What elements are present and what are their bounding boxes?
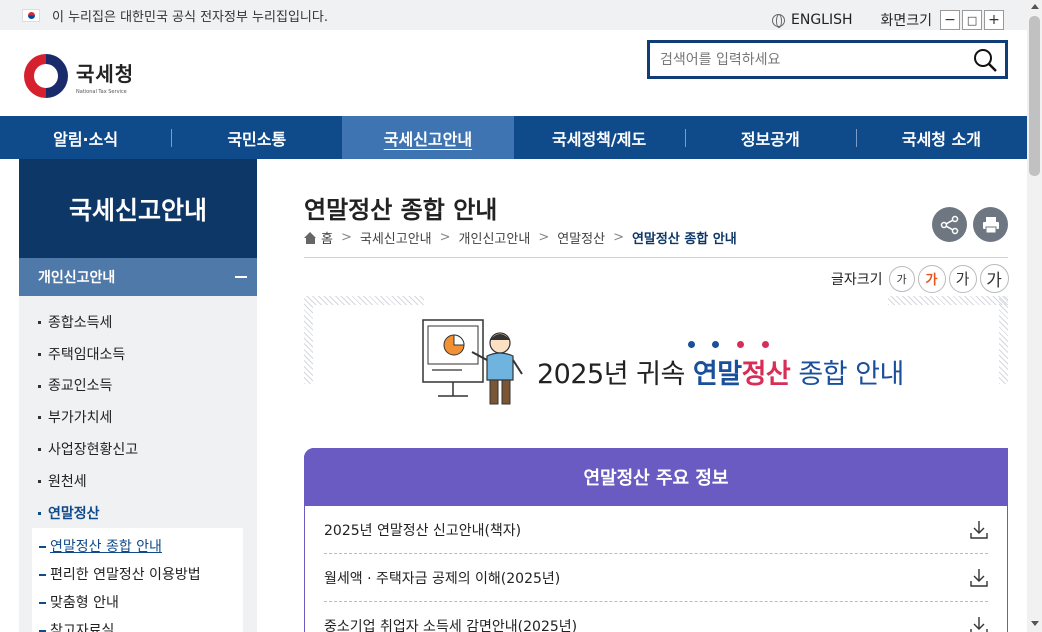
font-size-label: 글자크기: [831, 271, 883, 288]
font-size-xlarge-button[interactable]: 가: [979, 264, 1009, 293]
nav-about[interactable]: 국세청 소개: [855, 116, 1027, 159]
logo[interactable]: 국세청 National Tax Service: [24, 54, 134, 98]
download-row[interactable]: 2025년 연말정산 신고안내(책자): [324, 506, 988, 554]
sidebar-item-rental-income[interactable]: 주택임대소득: [32, 338, 252, 370]
emphasis-dot: [737, 341, 744, 348]
search-box: [647, 40, 1008, 79]
banner-hatch: [304, 296, 313, 384]
zoom-label: 화면크기: [880, 13, 933, 29]
english-link[interactable]: ENGLISH: [772, 12, 853, 28]
banner-word-2: 정산: [741, 359, 791, 390]
breadcrumb-current: 연말정산 종합 안내: [631, 232, 737, 247]
submenu-item-overview[interactable]: 연말정산 종합 안내: [32, 532, 243, 560]
search-input[interactable]: [660, 51, 960, 68]
sidebar-item-year-end[interactable]: 연말정산: [32, 497, 252, 529]
scroll-up-icon[interactable]: [1031, 4, 1039, 9]
breadcrumb-home[interactable]: 홈: [321, 228, 333, 247]
download-row[interactable]: 중소기업 취업자 소득세 감면안내(2025년): [324, 602, 988, 632]
font-size-control: 글자크기 가 가 가 가: [831, 264, 1009, 293]
search-icon[interactable]: [973, 48, 997, 72]
breadcrumb-item[interactable]: 국세신고안내: [360, 228, 432, 247]
zoom-out-button[interactable]: −: [940, 10, 961, 30]
sidebar-group-personal[interactable]: 개인신고안내: [19, 258, 257, 296]
emphasis-dot: [688, 341, 695, 348]
banner-word-1: 연말: [692, 359, 742, 390]
sidebar-item-religious-income[interactable]: 종교인소득: [32, 370, 252, 402]
scroll-thumb[interactable]: [1029, 16, 1040, 176]
sidebar-group-label: 개인신고안내: [38, 270, 116, 286]
banner-title: 2025년 귀속 연말정산 종합 안내: [537, 352, 904, 391]
download-icon[interactable]: [970, 520, 988, 540]
chevron-right-icon: >: [439, 230, 451, 245]
submenu-item-custom[interactable]: 맞춤형 안내: [32, 588, 243, 616]
emphasis-dot: [712, 341, 719, 348]
submenu-item-how-to[interactable]: 편리한 연말정산 이용방법: [32, 560, 243, 588]
nav-communication[interactable]: 국민소통: [171, 116, 342, 159]
chevron-right-icon: >: [613, 230, 624, 245]
nav-news[interactable]: 알림·소식: [0, 116, 171, 159]
chevron-right-icon: >: [538, 230, 550, 245]
download-icon[interactable]: [970, 568, 988, 588]
font-size-small-button[interactable]: 가: [888, 265, 915, 292]
font-size-default-button[interactable]: 가: [917, 264, 946, 293]
breadcrumb: 홈 > 국세신고안내 > 개인신고안내 > 연말정산 > 연말정산 종합 안내: [304, 228, 737, 247]
share-button[interactable]: [932, 207, 967, 242]
chevron-right-icon: >: [340, 230, 352, 245]
download-row-label: 중소기업 취업자 소득세 감면안내(2025년): [324, 619, 578, 632]
scroll-down-icon[interactable]: [1031, 621, 1039, 626]
print-button[interactable]: [973, 207, 1008, 242]
sidebar-title: 국세신고안내: [19, 159, 257, 258]
english-label: ENGLISH: [791, 12, 853, 28]
sidebar-item-vat[interactable]: 부가가치세: [32, 401, 252, 433]
sidebar-submenu: 연말정산 종합 안내 편리한 연말정산 이용방법 맞춤형 안내 참고자료실: [32, 528, 243, 632]
download-icon[interactable]: [970, 616, 988, 632]
sidebar-item-business-report[interactable]: 사업장현황신고: [32, 433, 252, 465]
download-row-label: 2025년 연말정산 신고안내(책자): [324, 522, 522, 539]
zoom-in-button[interactable]: +: [984, 10, 1005, 30]
sidebar-item-income-tax[interactable]: 종합소득세: [32, 306, 252, 338]
download-row[interactable]: 월세액 · 주택자금 공제의 이해(2025년): [324, 554, 988, 602]
print-icon: [982, 216, 999, 233]
nav-tax-filing[interactable]: 국세신고안내: [342, 116, 514, 159]
banner-hatch: [999, 296, 1008, 384]
banner-prefix: 2025년 귀속: [537, 359, 693, 390]
nav-tax-policy[interactable]: 국세정책/제도: [514, 116, 685, 159]
korea-flag-icon: [22, 8, 40, 22]
banner-suffix: 종합 안내: [790, 359, 904, 390]
logo-name-en: National Tax Service: [76, 88, 127, 95]
submenu-item-references[interactable]: 참고자료실: [32, 616, 243, 632]
utility-bar: ENGLISH 화면크기 − □ +: [772, 10, 1005, 30]
gov-banner-text: 이 누리집은 대한민국 공식 전자정부 누리집입니다.: [52, 9, 328, 25]
nts-emblem-icon: [24, 54, 68, 98]
main-nav: 알림·소식 국민소통 국세신고안내 국세정책/제도 정보공개 국세청 소개: [0, 116, 1027, 159]
breadcrumb-item[interactable]: 개인신고안내: [459, 228, 531, 247]
breadcrumb-item[interactable]: 연말정산: [557, 228, 605, 247]
logo-name-ko: 국세청: [76, 61, 135, 86]
sidebar-item-withholding[interactable]: 원천세: [32, 465, 252, 497]
nav-disclosure[interactable]: 정보공개: [684, 116, 856, 159]
home-icon: [304, 231, 317, 244]
presenter-illustration-icon: [422, 319, 523, 405]
banner-hatch: [888, 296, 1008, 305]
globe-icon: [772, 13, 785, 28]
sidebar-menu: 종합소득세 주택임대소득 종교인소득 부가가치세 사업장현황신고 원천세 연말정…: [32, 306, 252, 529]
download-row-label: 월세액 · 주택자금 공제의 이해(2025년): [324, 570, 561, 587]
collapse-icon: [235, 276, 247, 278]
share-icon: [940, 215, 958, 234]
title-divider: [304, 257, 1008, 258]
zoom-reset-button[interactable]: □: [962, 10, 983, 30]
font-size-large-button[interactable]: 가: [948, 264, 977, 293]
banner-hatch: [304, 296, 424, 305]
page-title: 연말정산 종합 안내: [304, 196, 498, 224]
emphasis-dot: [762, 341, 769, 348]
scrollbar[interactable]: [1027, 0, 1042, 632]
info-box-title: 연말정산 주요 정보: [304, 448, 1008, 506]
